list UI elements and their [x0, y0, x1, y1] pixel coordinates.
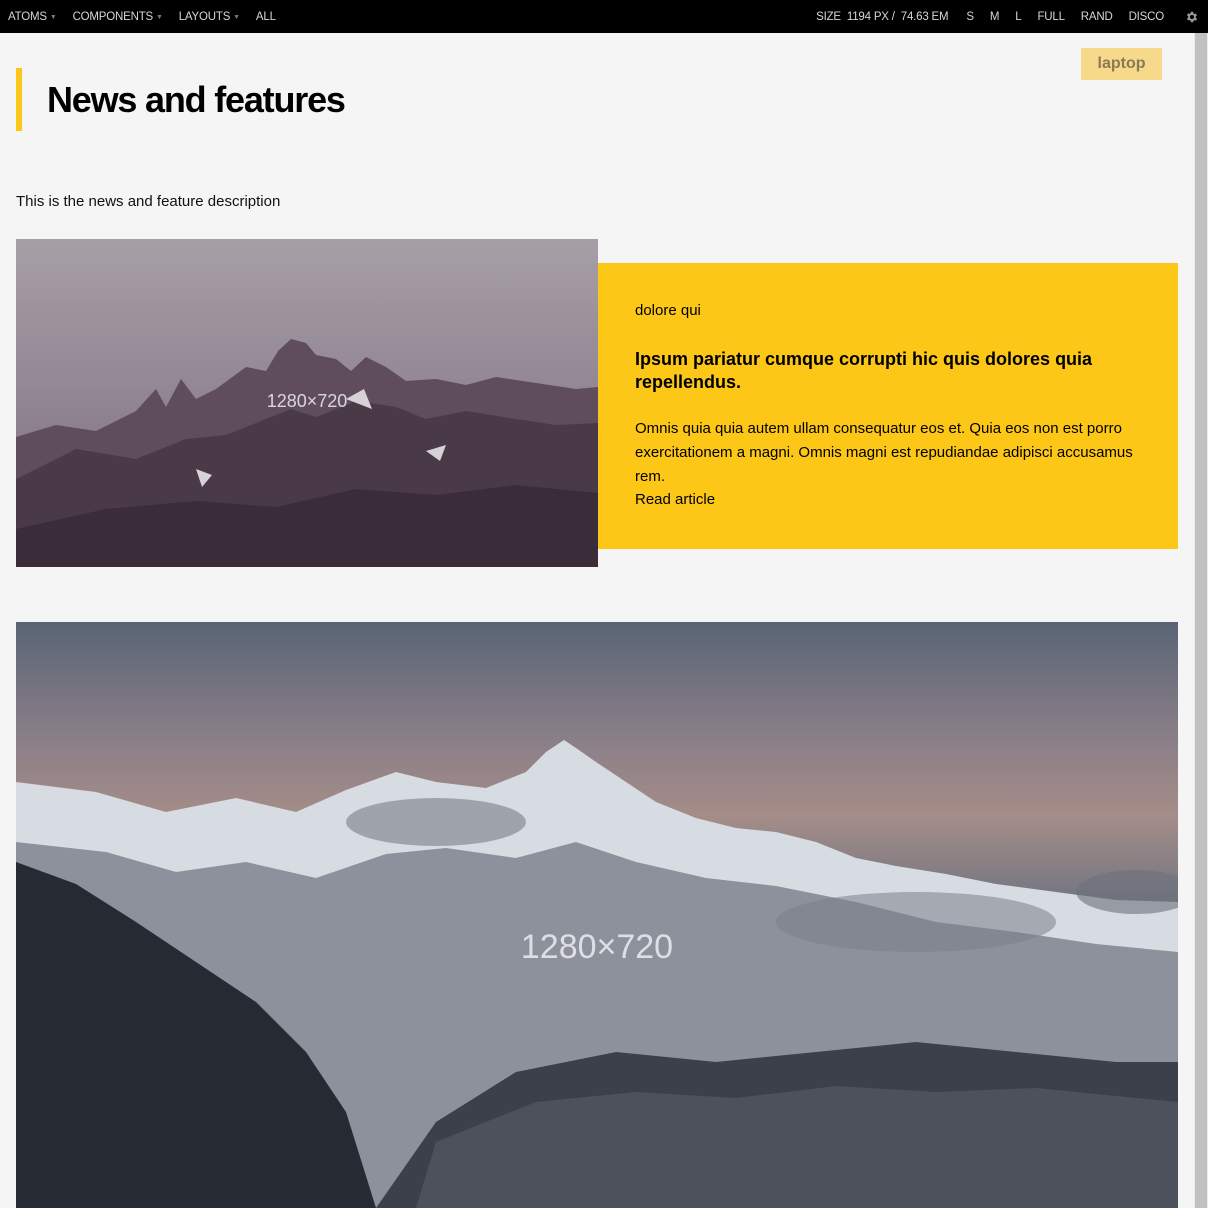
nav-atoms-label: ATOMS: [8, 10, 47, 23]
gear-icon[interactable]: [1180, 10, 1204, 24]
nav-components[interactable]: COMPONENTS ▼: [73, 11, 163, 23]
feature-eyebrow: dolore qui: [635, 302, 701, 319]
disco-button[interactable]: DISCO: [1129, 11, 1165, 23]
read-article-link[interactable]: Read article: [635, 490, 715, 510]
feature-title: Ipsum pariatur cumque corrupti hic quis …: [635, 349, 1093, 392]
pattern-lab-toolbar: ATOMS ▼ COMPONENTS ▼ LAYOUTS ▼ ALL SIZE …: [0, 0, 1208, 33]
nav-components-label: COMPONENTS: [72, 10, 154, 23]
feature-image-size-label: 1280×720: [267, 391, 348, 411]
scrollbar-thumb[interactable]: [1195, 33, 1207, 1208]
caret-down-icon: ▼: [156, 13, 163, 21]
heading-accent-bar: [16, 68, 22, 131]
nav-atoms[interactable]: ATOMS ▼: [8, 11, 57, 23]
viewport-badge: laptop: [1081, 48, 1162, 80]
nav-layouts-label: LAYOUTS: [178, 10, 231, 23]
feature-card: dolore qui Ipsum pariatur cumque corrupt…: [598, 263, 1178, 549]
feature-image[interactable]: 1280×720: [16, 239, 598, 567]
hero-image[interactable]: 1280×720: [16, 622, 1178, 1208]
caret-down-icon: ▼: [233, 13, 240, 21]
size-px-readout[interactable]: 1194 PX /: [847, 11, 895, 23]
feature-body: Omnis quia quia autem ullam consequatur …: [635, 420, 1133, 485]
scrollbar[interactable]: [1194, 33, 1208, 1208]
page-title: News and features: [47, 79, 346, 120]
caret-down-icon: ▼: [49, 13, 57, 21]
size-medium-button[interactable]: M: [990, 11, 1000, 23]
nav-all-label: ALL: [255, 10, 276, 23]
size-small-button[interactable]: S: [966, 11, 974, 23]
size-random-button[interactable]: RAND: [1081, 11, 1113, 23]
hero-image-size-label: 1280×720: [521, 928, 673, 966]
size-em-readout[interactable]: 74.63 EM: [901, 11, 949, 23]
size-large-button[interactable]: L: [1015, 11, 1021, 23]
size-full-button[interactable]: FULL: [1037, 11, 1065, 23]
nav-layouts[interactable]: LAYOUTS ▼: [179, 11, 240, 23]
nav-all[interactable]: ALL: [256, 11, 276, 23]
toolbar-controls: SIZE 1194 PX / 74.63 EM S M L FULL RAND …: [816, 0, 1208, 33]
page-description: This is the news and feature description: [16, 193, 281, 210]
toolbar-nav: ATOMS ▼ COMPONENTS ▼ LAYOUTS ▼ ALL: [8, 0, 292, 33]
size-label: SIZE: [816, 10, 841, 23]
